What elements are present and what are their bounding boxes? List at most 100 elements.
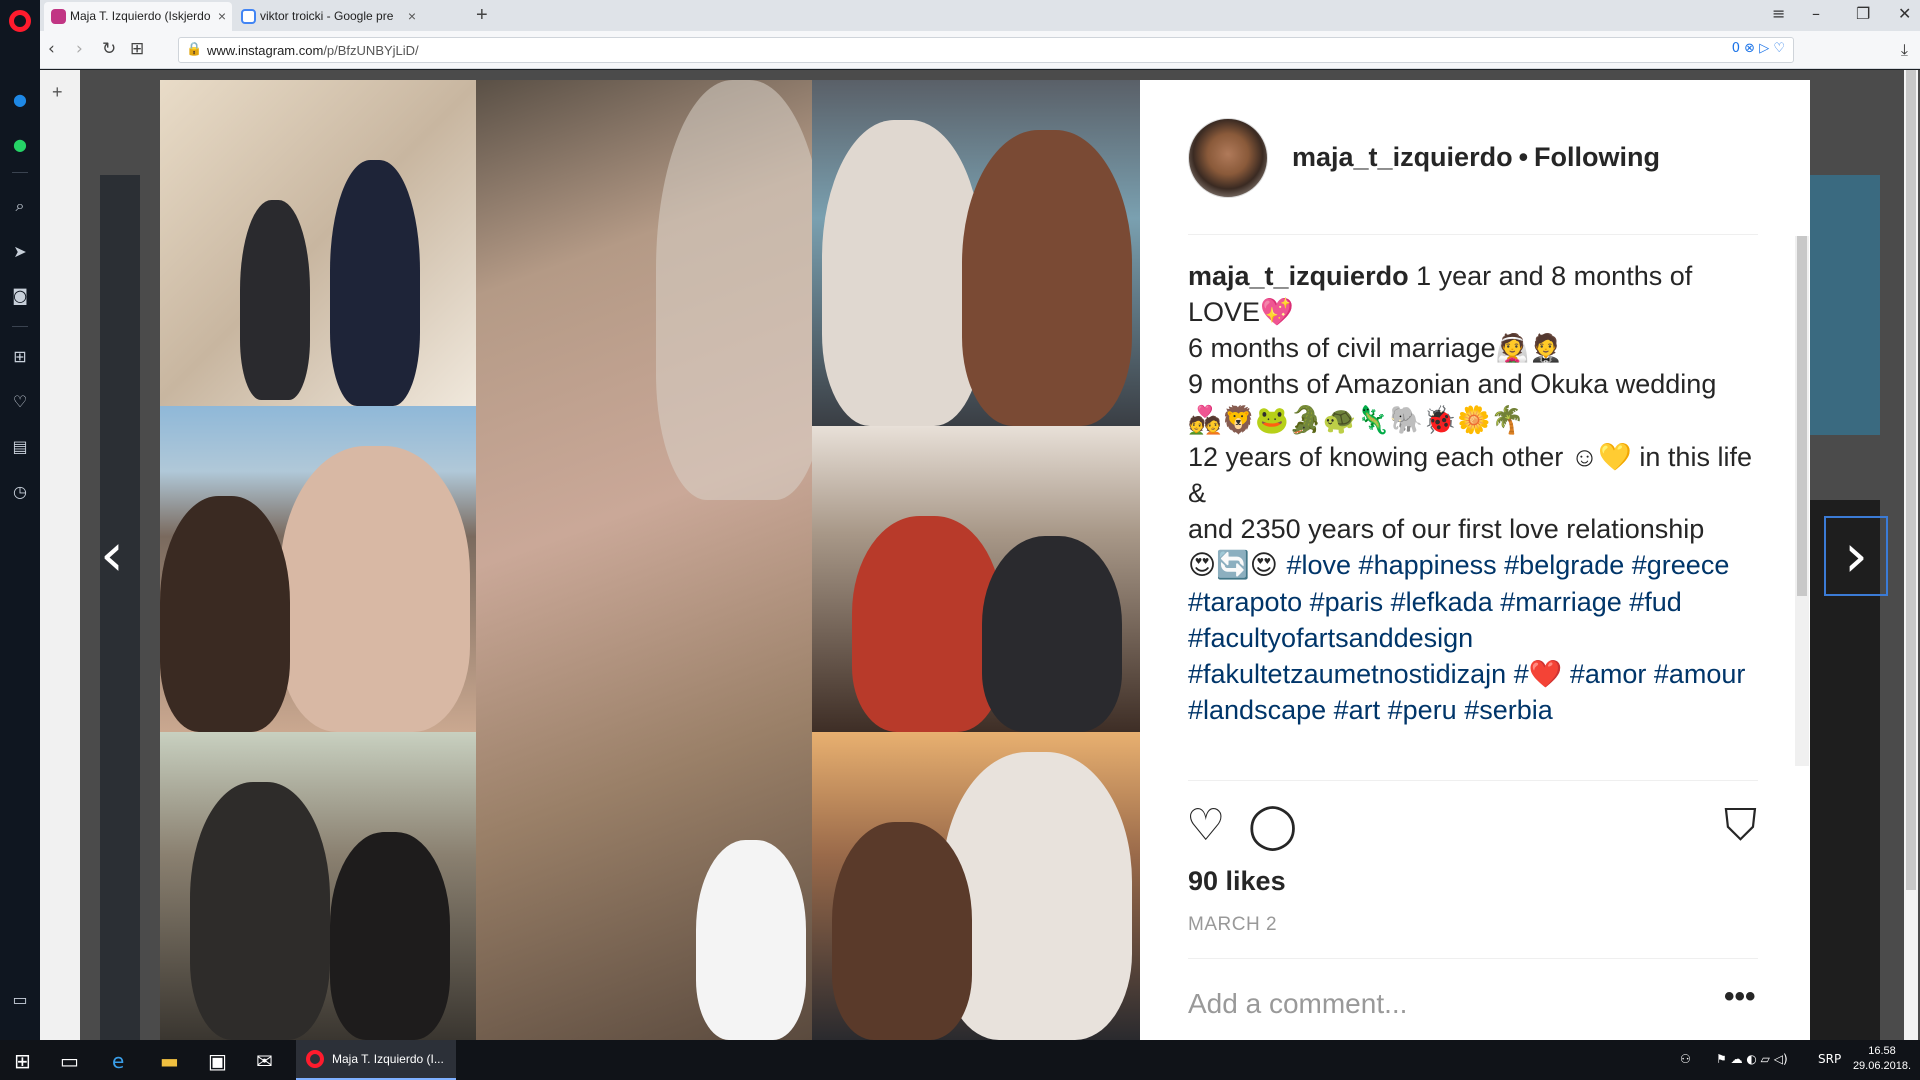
reload-icon[interactable]: ↻ [102,39,116,59]
send-icon[interactable]: ➤ [10,242,30,262]
caption-line: 6 months of civil marriage👰🤵 [1188,333,1563,363]
edge-icon[interactable]: e [112,1049,124,1073]
whatsapp-icon[interactable]: ● [10,135,30,155]
tab-bar: Maja T. Izquierdo (Iskjerdo × viktor tro… [40,0,1920,31]
tab-close-icon[interactable]: × [218,2,226,31]
heart-bookmarks-icon[interactable]: ♡ [10,392,30,412]
photo-city-night-selfie [812,426,1146,732]
instagram-favicon-icon [51,9,66,24]
photo-figure [160,496,290,732]
windows-taskbar: ⊞ ▭ e ▬ ▣ ✉ Maja T. Izquierdo (I... ⚇ ⚑ … [0,1040,1920,1080]
tabs-grid-icon[interactable]: ⊞ [130,39,144,59]
clock-date: 29.06.2018. [1852,1060,1912,1072]
task-view-icon[interactable]: ▭ [60,1049,79,1073]
photo-figure [330,160,420,406]
tab-menu-icon[interactable]: ≡ [1772,4,1785,23]
photo-beach-selfie [160,406,476,732]
divider [1188,780,1758,781]
photo-figure [982,536,1122,732]
username-link[interactable]: maja_t_izquierdo [1292,142,1513,172]
caption-line: 💑🦁🐸🐊🐢🦎🐘🐞🌼🌴 [1188,405,1525,436]
search-icon[interactable]: ⌕ [10,196,30,216]
photo-figure [330,832,450,1040]
sidebar-toggle-icon[interactable]: ▭ [10,990,30,1010]
mail-icon[interactable]: ✉ [256,1049,273,1073]
previous-post-arrow-icon[interactable]: ‹ [100,520,124,590]
taskbar-opera-app[interactable]: Maja T. Izquierdo (I... [296,1040,456,1080]
tab-instagram[interactable]: Maja T. Izquierdo (Iskjerdo × [44,2,232,31]
photo-hair [656,80,826,500]
tab-close-icon[interactable]: × [408,2,416,31]
photo-sunglasses-selfie [812,80,1146,426]
taskbar-app-title: Maja T. Izquierdo (I... [332,1052,444,1066]
download-icon[interactable]: ⤓ [1901,40,1908,60]
opera-sidebar: ● ● ⌕ ➤ ◙ ⊞ ♡ ▤ ◷ ▭ [0,0,40,1040]
sidebar-divider [12,326,28,327]
close-window-icon[interactable]: ✕ [1898,4,1911,23]
divider [1188,958,1758,959]
bookmark-icon[interactable]: ⛉ [1724,800,1757,851]
caption-scrollbar[interactable] [1795,236,1809,766]
like-heart-icon[interactable]: ♡ [1186,800,1225,851]
post-header: maja_t_izquierdo • Following [1292,142,1660,173]
photo-closeup [476,80,826,1040]
photo-figure [190,782,330,1040]
minimize-icon[interactable]: – [1812,4,1820,23]
file-explorer-icon[interactable]: ▬ [160,1049,179,1073]
avatar[interactable] [1188,118,1268,198]
comment-icon[interactable]: ◯ [1248,800,1297,851]
camera-icon[interactable]: ◙ [10,286,30,306]
photo-figure [942,752,1132,1040]
url-text: www.instagram.com/p/BfzUNBYjLiD/ [207,43,419,58]
new-tab-button[interactable]: + [476,4,488,27]
people-icon[interactable]: ⚇ [1680,1052,1691,1066]
google-favicon-icon [241,9,256,24]
opera-logo-icon[interactable] [9,10,31,32]
photo-figure [240,200,310,400]
opera-taskbar-icon [306,1050,324,1068]
restore-icon[interactable]: ❐ [1856,4,1870,23]
post-date: MARCH 2 [1188,914,1278,935]
clock-time: 16.58 [1868,1045,1896,1057]
news-icon[interactable]: ▤ [10,437,30,457]
photo-shirt [696,840,806,1040]
caption-username[interactable]: maja_t_izquierdo [1188,261,1409,291]
tab-title: Maja T. Izquierdo (Iskjerdo [70,9,211,23]
system-clock[interactable]: 16.58 29.06.2018. [1848,1044,1916,1074]
more-options-icon[interactable]: ••• [1724,980,1756,1014]
scrollbar-thumb[interactable] [1906,70,1916,890]
windows-start-icon[interactable]: ⊞ [14,1049,31,1073]
tab-google[interactable]: viktor troicki - Google pre × [234,2,422,31]
next-post-arrow-icon[interactable]: › [1824,516,1888,596]
comment-input[interactable]: Add a comment... [1188,988,1407,1020]
forward-icon[interactable]: › [76,39,83,59]
add-icon[interactable]: + [52,82,63,103]
address-bar-actions[interactable]: 0 ⊗ ▷ ♡ [1732,41,1785,56]
photo-figure [280,446,470,732]
navigation-bar: ‹ › ↻ ⊞ 🔒 www.instagram.com/p/BfzUNBYjLi… [40,31,1920,69]
post-image-collage[interactable] [160,80,1146,1040]
page-scrollbar[interactable] [1904,70,1918,1040]
caption-line: 9 months of Amazonian and Okuka wedding [1188,369,1717,399]
adblock-count: 0 [1731,41,1741,56]
instagram-left-rail: + [40,70,80,1040]
speed-dial-icon[interactable]: ⊞ [10,347,30,367]
messenger-icon[interactable]: ● [10,90,30,110]
caption-line: & [1188,478,1207,508]
divider [1188,234,1758,235]
store-icon[interactable]: ▣ [208,1049,227,1073]
address-bar[interactable]: 🔒 www.instagram.com/p/BfzUNBYjLiD/ 0 ⊗ ▷… [178,37,1794,63]
post-caption: maja_t_izquierdo 1 year and 8 months of … [1188,258,1756,768]
following-button[interactable]: Following [1534,142,1660,172]
language-indicator[interactable]: SRP [1818,1052,1841,1066]
history-icon[interactable]: ◷ [10,482,30,502]
post-details-panel: maja_t_izquierdo • Following maja_t_izquie… [1140,80,1810,1040]
photo-couple-gallery [160,80,476,406]
background-post-left [100,175,140,1075]
scrollbar-thumb[interactable] [1797,236,1807,596]
likes-count[interactable]: 90 likes [1188,866,1286,897]
tray-icons[interactable]: ⚑ ☁ ◐ ▱ ◁) [1716,1052,1788,1066]
back-icon[interactable]: ‹ [48,39,55,59]
tab-title: viktor troicki - Google pre [260,9,394,23]
photo-indoor-selfie [812,732,1146,1040]
